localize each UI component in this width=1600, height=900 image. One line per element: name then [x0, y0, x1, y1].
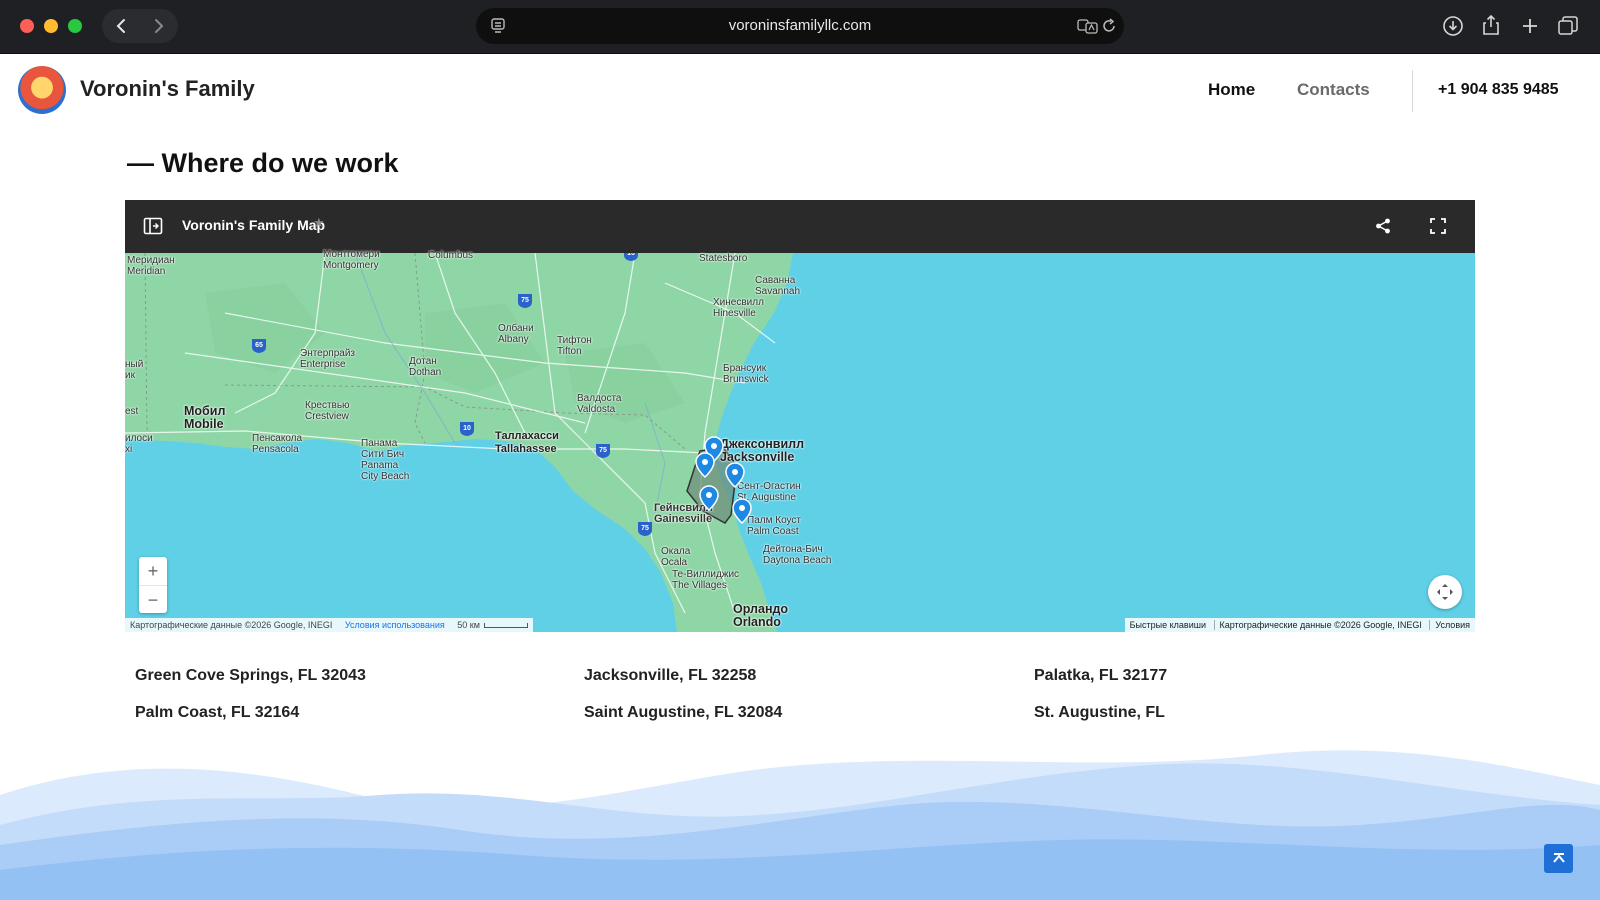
site-brand[interactable]: Voronin's Family	[80, 76, 255, 102]
location-item: Jacksonville, FL 32258	[584, 667, 757, 684]
terms-link[interactable]: Условия	[1429, 620, 1470, 630]
fullscreen-icon[interactable]	[1429, 217, 1447, 240]
reload-icon[interactable]	[1101, 17, 1117, 40]
zoom-controls: + −	[139, 557, 167, 613]
star-icon[interactable]: ★	[313, 215, 325, 231]
address-bar[interactable]: voroninsfamilyllc.com	[476, 8, 1124, 44]
map-pins	[695, 436, 752, 525]
section-title: — Where do we work	[127, 148, 399, 178]
location-item: Saint Augustine, FL 32084	[584, 704, 783, 721]
map-data-credit: Картографические данные ©2026 Google, IN…	[130, 620, 333, 630]
map-share-icon[interactable]	[1374, 217, 1392, 240]
location-item: Palatka, FL 32177	[1034, 667, 1168, 684]
scale-bar	[483, 623, 528, 629]
recenter-button[interactable]	[1428, 575, 1462, 609]
url-text: voroninsfamilyllc.com	[728, 17, 872, 34]
chevron-up-icon	[1552, 852, 1565, 863]
map-canvas[interactable]: Меридиан Meridian Монтгомери Montgomery …	[125, 249, 1475, 632]
nav-divider	[1412, 70, 1413, 112]
terms-of-use-link[interactable]: Условия использования	[345, 620, 445, 630]
keyboard-shortcuts-link[interactable]: Быстрые клавиши	[1130, 620, 1206, 630]
map-scale: 50 км	[457, 620, 480, 630]
chevron-right-icon	[155, 19, 164, 33]
scroll-to-top-button[interactable]	[1544, 844, 1573, 873]
map-attribution-right: Быстрые клавиши Картографические данные …	[1124, 618, 1475, 632]
location-item: Green Cove Springs, FL 32043	[135, 667, 366, 684]
new-tab-icon[interactable]	[1517, 13, 1543, 39]
downloads-icon[interactable]	[1440, 13, 1466, 39]
location-item: St. Augustine, FL	[1034, 704, 1165, 721]
map-data-credit-right: Картографические данные ©2026 Google, IN…	[1213, 620, 1422, 630]
location-item: Palm Coast, FL 32164	[135, 704, 300, 721]
phone-link[interactable]: +1 904 835 9485	[1438, 81, 1559, 99]
recenter-icon	[1437, 584, 1453, 600]
browser-toolbar: voroninsfamilyllc.com	[0, 0, 1600, 54]
zoom-window-button[interactable]	[68, 19, 82, 33]
nav-contacts-link[interactable]: Contacts	[1297, 80, 1370, 100]
map-title: Voronin's Family Map	[182, 217, 326, 233]
share-icon[interactable]	[1478, 12, 1504, 38]
zoom-out-button[interactable]: −	[139, 585, 167, 613]
translate-icon[interactable]	[1077, 17, 1099, 40]
close-window-button[interactable]	[20, 19, 34, 33]
forward-button[interactable]	[140, 9, 178, 43]
history-nav	[102, 9, 178, 43]
tab-overview-icon[interactable]	[1555, 13, 1581, 39]
nav-home-link[interactable]: Home	[1208, 80, 1255, 100]
map-header: Voronin's Family Map ★	[125, 200, 1475, 253]
footer-waves	[0, 750, 1600, 900]
minimize-window-button[interactable]	[44, 19, 58, 33]
zoom-in-button[interactable]: +	[139, 557, 167, 585]
map-attribution-left: Картографические данные ©2026 Google, IN…	[125, 618, 533, 632]
chevron-left-icon	[116, 19, 125, 33]
back-button[interactable]	[102, 9, 140, 43]
site-logo[interactable]	[18, 66, 66, 114]
map-embed[interactable]: Voronin's Family Map ★ Меридиан Meridian…	[125, 200, 1475, 632]
map-legend-toggle-icon[interactable]	[143, 216, 163, 241]
